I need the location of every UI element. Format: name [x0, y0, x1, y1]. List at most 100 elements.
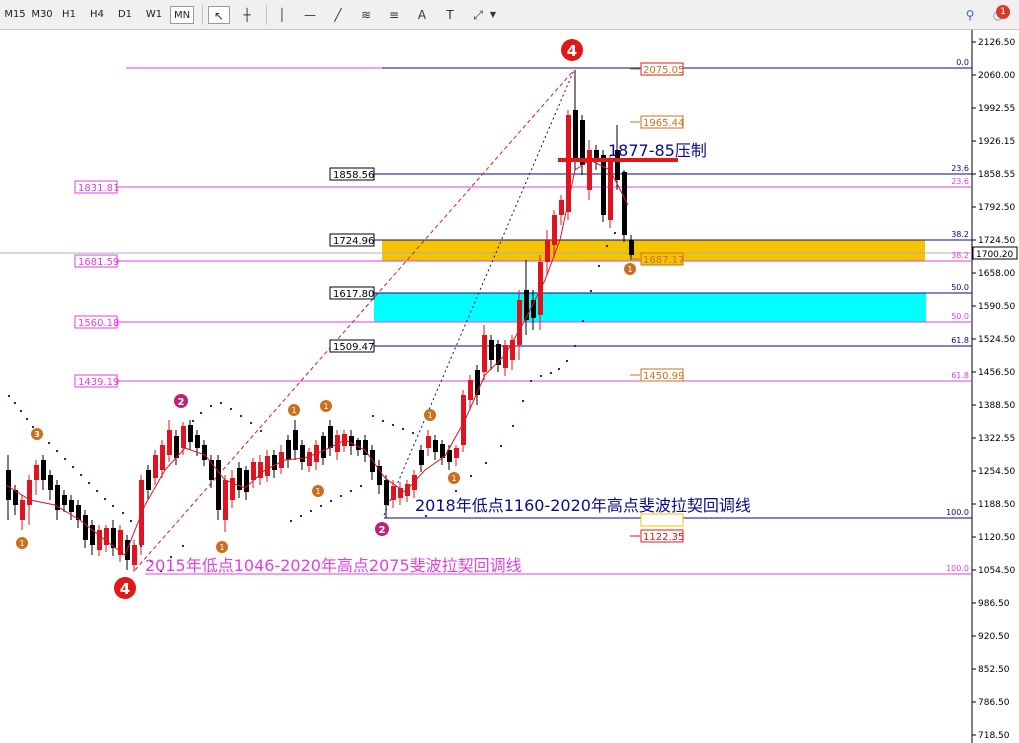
timeframe-m15[interactable]: M15 [4, 6, 26, 24]
psar-dot [220, 402, 222, 404]
candle-body [412, 475, 417, 490]
candle-body [440, 444, 445, 458]
fibonacci-icon[interactable]: ≡ [384, 6, 404, 24]
price-chart[interactable]: 1831.81 1681.59 1560.18 1439.19 1858.56 … [0, 30, 1019, 743]
psar-dot [522, 400, 524, 402]
price-label-1122: 1122.35 [643, 532, 684, 543]
timeframe-m30[interactable]: M30 [30, 6, 54, 24]
fib-pink-382: 38.2 [951, 251, 969, 260]
fib-black-618: 61.8 [951, 336, 969, 345]
psar-dot [182, 545, 184, 547]
candle-body [293, 430, 298, 450]
candle-body [195, 435, 200, 448]
candle-body [286, 440, 291, 460]
psar-dot [412, 432, 414, 434]
candle-body [300, 445, 305, 462]
axis-tick-label: 1188.50 [978, 500, 1015, 510]
psar-dot [192, 420, 194, 422]
axis-tick-label: 1724.50 [978, 236, 1015, 246]
psar-dot [590, 290, 592, 292]
text-label-icon[interactable]: T [440, 6, 460, 24]
psar-dot [350, 490, 352, 492]
chevron-down-icon[interactable]: ▼ [488, 6, 498, 24]
candle-body [153, 455, 158, 478]
wave-2-label-b: 2 [379, 525, 386, 536]
candle-body [279, 452, 284, 468]
level-label-1509: 1509.47 [333, 342, 374, 353]
candle-body [545, 240, 550, 262]
psar-dot [598, 265, 600, 267]
level-label-1560: 1560.18 [78, 318, 119, 329]
psar-dot [372, 415, 374, 417]
search-icon[interactable]: ⚲ [960, 6, 980, 24]
trendline-icon[interactable]: ╱ [328, 6, 348, 24]
psar-dot [360, 485, 362, 487]
price-label-1450: 1450.99 [643, 371, 684, 382]
timeframe-h4[interactable]: H4 [86, 6, 108, 24]
timeframe-h1[interactable]: H1 [58, 6, 80, 24]
current-price-label: 1700.20 [976, 250, 1013, 260]
horizontal-line-icon[interactable]: — [300, 6, 320, 24]
cyan-zone [374, 293, 926, 322]
candle-body [391, 486, 396, 500]
resistance-annotation: 1877-85压制 [608, 141, 707, 160]
level-label-1617: 1617.80 [333, 289, 374, 300]
timeframe-mn[interactable]: MN [170, 6, 194, 24]
level-label-1724: 1724.96 [333, 236, 374, 247]
psar-dot [122, 512, 124, 514]
psar-dot [26, 418, 28, 420]
crosshair-icon[interactable]: ┼ [236, 6, 258, 24]
candle-body [433, 440, 438, 452]
psar-dot [614, 232, 616, 234]
shapes-icon[interactable]: ⤢ [468, 6, 488, 24]
candle-body [34, 465, 39, 480]
wave-1-label: 1 [451, 474, 456, 483]
wave-1-label: 1 [19, 539, 24, 548]
candle-body [27, 480, 32, 505]
psar-dot [320, 505, 322, 507]
psar-dot [290, 520, 292, 522]
timeframe-w1[interactable]: W1 [143, 6, 165, 24]
timeframe-d1[interactable]: D1 [114, 6, 136, 24]
candle-body [356, 440, 361, 450]
psar-dot [32, 426, 34, 428]
psar-dot [104, 498, 106, 500]
candle-body [377, 466, 382, 485]
candle-body [426, 436, 431, 448]
fib-pink-100: 100.0 [946, 564, 969, 573]
candle-body [202, 445, 207, 460]
psar-dot [200, 412, 202, 414]
candle-body [41, 460, 46, 480]
psar-dot [230, 408, 232, 410]
candle-body [272, 455, 277, 470]
psar-dot [574, 345, 576, 347]
candle-body [167, 430, 172, 455]
psar-dot [485, 462, 487, 464]
wave-4-top-label: 4 [567, 42, 577, 60]
candle-body [566, 115, 571, 212]
candle-body [216, 460, 221, 510]
axis-tick-label: 1322.55 [978, 434, 1015, 444]
text-icon[interactable]: A [412, 6, 432, 24]
candle-body [482, 335, 487, 372]
psar-dot [558, 368, 560, 370]
axis-tick-label: 1590.50 [978, 302, 1015, 312]
vertical-line-icon[interactable]: │ [272, 6, 292, 24]
psar-dot [8, 395, 10, 397]
cursor-icon[interactable]: ↖ [208, 6, 230, 24]
axis-tick-label: 2060.00 [978, 71, 1015, 81]
candle-body [307, 452, 312, 466]
axis-tick-label: 1792.50 [978, 203, 1015, 213]
wave-4-bottom-label: 4 [120, 580, 130, 598]
candle-body [20, 500, 25, 520]
axis-tick-label: 786.50 [978, 698, 1010, 708]
level-label-1831: 1831.81 [78, 183, 119, 194]
psar-dot [455, 490, 457, 492]
fib-pink-618: 61.8 [951, 371, 969, 380]
candle-body [601, 155, 606, 215]
equidistant-channel-icon[interactable]: ≋ [356, 6, 376, 24]
axis-tick-label: 1524.50 [978, 335, 1015, 345]
candle-body [559, 200, 564, 215]
axis-tick-label: 1388.50 [978, 401, 1015, 411]
candle-body [629, 240, 634, 255]
